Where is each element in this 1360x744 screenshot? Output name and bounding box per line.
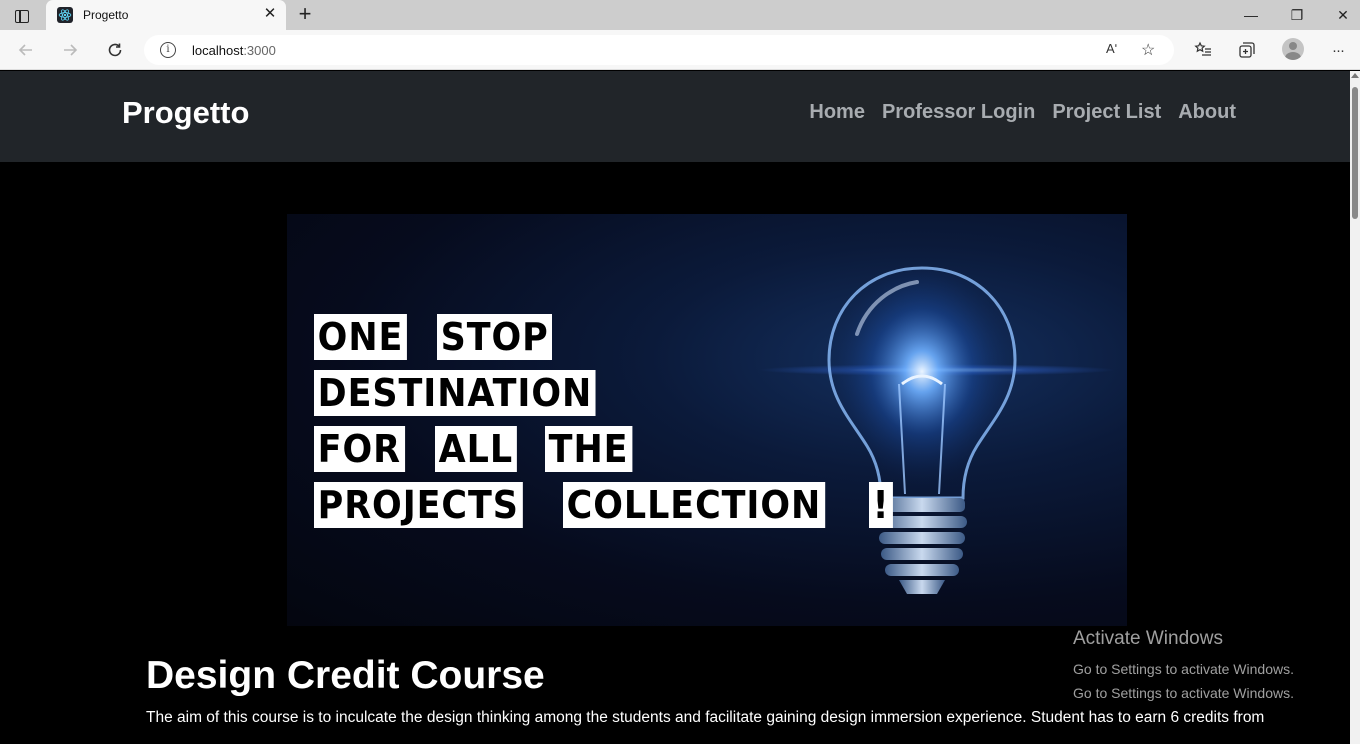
tab-title: Progetto [83,8,129,22]
read-aloud-icon[interactable]: Aʹ [1106,41,1117,56]
activate-windows-watermark: Activate Windows Go to Settings to activ… [1073,628,1294,701]
page-scrollbar[interactable] [1350,71,1360,744]
forward-button[interactable] [58,38,82,62]
brand-logo[interactable]: Progetto [122,95,249,131]
headline-word: Stop [437,314,553,360]
minimize-button[interactable]: — [1236,4,1266,26]
nav-professor-login[interactable]: Professor Login [882,101,1035,124]
url-text[interactable]: localhost:3000 [192,43,276,58]
course-title: Design Credit Course [146,654,545,697]
restore-button[interactable]: ❐ [1282,4,1312,26]
address-bar[interactable]: i localhost:3000 Aʹ ☆ [144,35,1174,65]
headline-word: For [314,426,405,472]
react-icon [57,7,73,23]
more-menu-button[interactable]: ··· [1326,38,1350,62]
star-list-icon [1194,41,1211,56]
hero-headline: One Stop Destination For All The Projects Co… [314,314,918,538]
nav-links: Home Professor Login Project List About [809,101,1236,124]
arrow-left-icon [18,44,32,56]
url-port: :3000 [243,43,276,58]
browser-tab-bar: Progetto ✕ + — ❐ ✕ [0,0,1360,30]
hero-banner: One Stop Destination For All The Projects Co… [287,214,1127,626]
url-host: localhost [192,43,244,58]
headline-word: Collection [562,482,825,528]
refresh-button[interactable] [103,38,127,62]
browser-toolbar: i localhost:3000 Aʹ ☆ ··· [0,30,1360,70]
nav-home[interactable]: Home [809,101,865,124]
headline-word: Destination [314,370,596,416]
watermark-title: Activate Windows [1073,628,1223,649]
scrollbar-thumb[interactable] [1352,87,1358,219]
headline-word: One [314,314,407,360]
collections-icon [1239,42,1255,58]
headline-line: Destination [314,370,918,426]
watermark-subtitle: Go to Settings to activate Windows. [1073,685,1294,701]
scroll-up-icon[interactable] [1351,73,1359,78]
headline-word: All [434,426,517,472]
new-tab-button[interactable]: + [294,3,316,26]
headline-word: Projects [314,482,523,528]
profile-icon[interactable] [1282,38,1304,60]
headline-line: For All The [314,426,918,482]
back-button[interactable] [14,38,38,62]
close-window-button[interactable]: ✕ [1328,4,1358,26]
info-icon[interactable]: i [160,42,176,58]
refresh-icon [108,43,122,57]
watermark-subtitle: Go to Settings to activate Windows. [1073,661,1294,677]
headline-line: Projects Collection! [314,482,918,538]
site-navbar: Progetto Home Professor Login Project Li… [0,71,1350,162]
headline-word: The [545,426,633,472]
collections-button[interactable] [1235,38,1259,62]
browser-tab-progetto[interactable]: Progetto ✕ [46,0,286,30]
favorites-button[interactable] [1191,38,1215,62]
add-favorite-icon[interactable]: ☆ [1141,40,1155,60]
course-description: The aim of this course is to inculcate t… [146,709,1265,726]
nav-project-list[interactable]: Project List [1052,101,1161,124]
arrow-right-icon [64,44,78,56]
tab-actions-button[interactable] [8,6,36,26]
tab-panel-icon [15,9,29,23]
close-tab-icon[interactable]: ✕ [262,6,278,22]
headline-line: One Stop [314,314,918,370]
headline-word: ! [869,482,894,528]
nav-about[interactable]: About [1178,101,1236,124]
